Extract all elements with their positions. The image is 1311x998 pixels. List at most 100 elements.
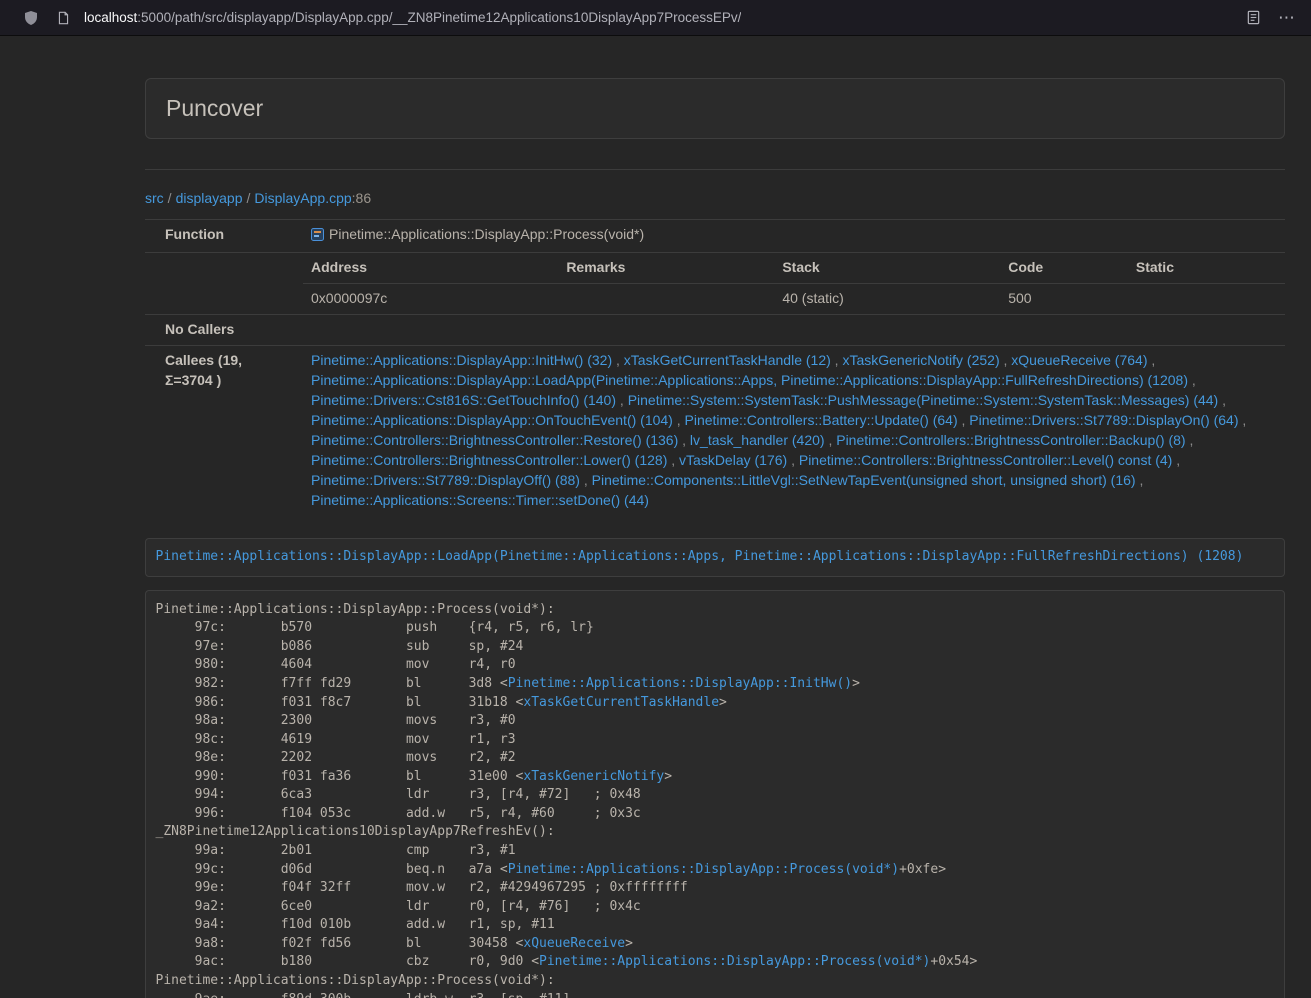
symbol-link[interactable]: xTaskGetCurrentTaskHandle — [523, 695, 719, 710]
function-name: Pinetime::Applications::DisplayApp::Proc… — [329, 226, 644, 242]
callee-link[interactable]: Pinetime::Controllers::BrightnessControl… — [311, 432, 678, 448]
symbol-link[interactable]: Pinetime::Applications::DisplayApp::Proc… — [539, 954, 930, 969]
callee-separator: , — [958, 412, 970, 428]
asm-text: 97c: b570 push {r4, r5, r6, lr} — [156, 620, 594, 635]
callee-separator: , — [580, 472, 592, 488]
asm-text: 9a4: f10d 010b add.w r1, sp, #11 — [156, 917, 555, 932]
asm-text: 99c: d06d beq.n a7a < — [156, 862, 508, 877]
callee-separator: , — [1239, 412, 1247, 428]
callee-link[interactable]: Pinetime::Applications::DisplayApp::Load… — [311, 372, 1188, 388]
asm-text: 98c: 4619 mov r1, r3 — [156, 732, 516, 747]
more-menu-icon[interactable]: ⋯ — [1274, 9, 1299, 26]
callee-link[interactable]: Pinetime::Controllers::BrightnessControl… — [311, 452, 667, 468]
callee-link[interactable]: lv_task_handler (420) — [690, 432, 825, 448]
stack-value: 40 (static) — [774, 283, 1000, 313]
app-header: Puncover — [145, 78, 1285, 139]
asm-line: 97c: b570 push {r4, r5, r6, lr} — [156, 619, 1275, 638]
asm-text: Pinetime::Applications::DisplayApp::Proc… — [156, 973, 555, 988]
symbol-link[interactable]: xTaskGenericNotify — [523, 769, 664, 784]
asm-text: 994: 6ca3 ldr r3, [r4, #72] ; 0x48 — [156, 787, 641, 802]
function-row: Function Pinetime::Applications::Display… — [145, 219, 1285, 252]
column-header-remarks: Remarks — [558, 253, 774, 283]
asm-line: 9a8: f02f fd56 bl 30458 <xQueueReceive> — [156, 935, 1275, 954]
reader-mode-icon[interactable] — [1242, 7, 1264, 29]
asm-text: Pinetime::Applications::DisplayApp::Proc… — [156, 602, 555, 617]
callee-separator: , — [825, 432, 837, 448]
column-header-code: Code — [1000, 253, 1128, 283]
column-header-static: Static — [1128, 253, 1285, 283]
asm-line: 990: f031 fa36 bl 31e00 <xTaskGenericNot… — [156, 768, 1275, 787]
breadcrumb-link-file[interactable]: DisplayApp.cpp — [254, 190, 351, 206]
asm-text: +0xfe> — [899, 862, 946, 877]
asm-line: 986: f031 f8c7 bl 31b18 <xTaskGetCurrent… — [156, 694, 1275, 713]
asm-text: _ZN8Pinetime12Applications10DisplayApp7R… — [156, 824, 555, 839]
asm-text: 97e: b086 sub sp, #24 — [156, 639, 524, 654]
detail-value-row: 0x0000097c 40 (static) 500 — [303, 283, 1285, 313]
column-header-address: Address — [303, 253, 558, 283]
static-value — [1128, 283, 1285, 313]
asm-line: 99c: d06d beq.n a7a <Pinetime::Applicati… — [156, 861, 1275, 880]
asm-text: > — [664, 769, 672, 784]
callee-link[interactable]: xTaskGenericNotify (252) — [842, 352, 999, 368]
asm-text: 9a2: 6ce0 ldr r0, [r4, #76] ; 0x4c — [156, 899, 641, 914]
page-title: Puncover — [166, 92, 1264, 125]
asm-line: 982: f7ff fd29 bl 3d8 <Pinetime::Applica… — [156, 675, 1275, 694]
callee-link[interactable]: Pinetime::Controllers::Battery::Update()… — [685, 412, 958, 428]
callee-link[interactable]: Pinetime::Controllers::BrightnessControl… — [799, 452, 1172, 468]
callee-link[interactable]: Pinetime::System::SystemTask::PushMessag… — [628, 392, 1219, 408]
symbol-link[interactable]: Pinetime::Applications::DisplayApp::Proc… — [508, 862, 899, 877]
function-type-icon — [311, 227, 324, 247]
callee-separator: , — [1186, 432, 1194, 448]
asm-text: +0x54> — [930, 954, 977, 969]
shield-icon[interactable] — [20, 7, 42, 29]
asm-text: 98e: 2202 movs r2, #2 — [156, 750, 516, 765]
callee-link[interactable]: Pinetime::Applications::Screens::Timer::… — [311, 492, 649, 508]
asm-line: 98c: 4619 mov r1, r3 — [156, 731, 1275, 750]
symbol-link[interactable]: Pinetime::Applications::DisplayApp::Init… — [508, 676, 852, 691]
address-bar[interactable]: localhost:5000/path/src/displayapp/Displ… — [84, 10, 1232, 25]
asm-line: 9a2: 6ce0 ldr r0, [r4, #76] ; 0x4c — [156, 898, 1275, 917]
asm-line: 9ae: f89d 300b ldrb.w r3, [sp, #11] — [156, 991, 1275, 998]
page-info-icon[interactable] — [52, 7, 74, 29]
highlighted-symbol-link[interactable]: Pinetime::Applications::DisplayApp::Load… — [156, 549, 1244, 564]
breadcrumb-link-src[interactable]: src — [145, 190, 164, 206]
asm-line: Pinetime::Applications::DisplayApp::Proc… — [156, 601, 1275, 620]
asm-text: > — [719, 695, 727, 710]
callee-separator: , — [678, 432, 690, 448]
callee-link[interactable]: Pinetime::Drivers::Cst816S::GetTouchInfo… — [311, 392, 616, 408]
callee-link[interactable]: vTaskDelay (176) — [679, 452, 787, 468]
page-container: Puncover src/displayapp/DisplayApp.cpp:8… — [145, 36, 1285, 998]
breadcrumb-line-number: :86 — [352, 190, 371, 206]
callee-separator: , — [612, 352, 624, 368]
asm-text: 9ae: f89d 300b ldrb.w r3, [sp, #11] — [156, 992, 571, 998]
asm-line: 98e: 2202 movs r2, #2 — [156, 749, 1275, 768]
callee-link[interactable]: Pinetime::Components::LittleVgl::SetNewT… — [592, 472, 1136, 488]
address-value: 0x0000097c — [303, 283, 558, 313]
callee-separator: , — [1000, 352, 1012, 368]
code-value: 500 — [1000, 283, 1128, 313]
callee-link[interactable]: Pinetime::Controllers::BrightnessControl… — [836, 432, 1185, 448]
asm-line: 98a: 2300 movs r3, #0 — [156, 712, 1275, 731]
callee-link[interactable]: xTaskGetCurrentTaskHandle (12) — [624, 352, 831, 368]
remarks-value — [558, 283, 774, 313]
divider — [145, 169, 1285, 170]
asm-line: 9ac: b180 cbz r0, 9d0 <Pinetime::Applica… — [156, 953, 1275, 972]
breadcrumb-link-displayapp[interactable]: displayapp — [176, 190, 243, 206]
callee-link[interactable]: Pinetime::Drivers::St7789::DisplayOn() (… — [969, 412, 1238, 428]
callee-link[interactable]: Pinetime::Applications::DisplayApp::Init… — [311, 352, 612, 368]
callee-separator: , — [1188, 372, 1196, 388]
callee-link[interactable]: Pinetime::Applications::DisplayApp::OnTo… — [311, 412, 673, 428]
asm-text: 996: f104 053c add.w r5, r4, #60 ; 0x3c — [156, 806, 641, 821]
symbol-link[interactable]: xQueueReceive — [523, 936, 625, 951]
callee-separator: , — [616, 392, 628, 408]
asm-text: 982: f7ff fd29 bl 3d8 < — [156, 676, 508, 691]
callee-link[interactable]: xQueueReceive (764) — [1011, 352, 1147, 368]
callee-link[interactable]: Pinetime::Drivers::St7789::DisplayOff() … — [311, 472, 580, 488]
no-callers-row: No Callers — [145, 314, 1285, 345]
callee-separator: , — [673, 412, 685, 428]
column-header-stack: Stack — [774, 253, 1000, 283]
asm-text: 9ac: b180 cbz r0, 9d0 < — [156, 954, 540, 969]
disassembly-panel: Pinetime::Applications::DisplayApp::Proc… — [145, 590, 1285, 998]
asm-text: 9a8: f02f fd56 bl 30458 < — [156, 936, 524, 951]
no-callers-label: No Callers — [145, 314, 291, 345]
